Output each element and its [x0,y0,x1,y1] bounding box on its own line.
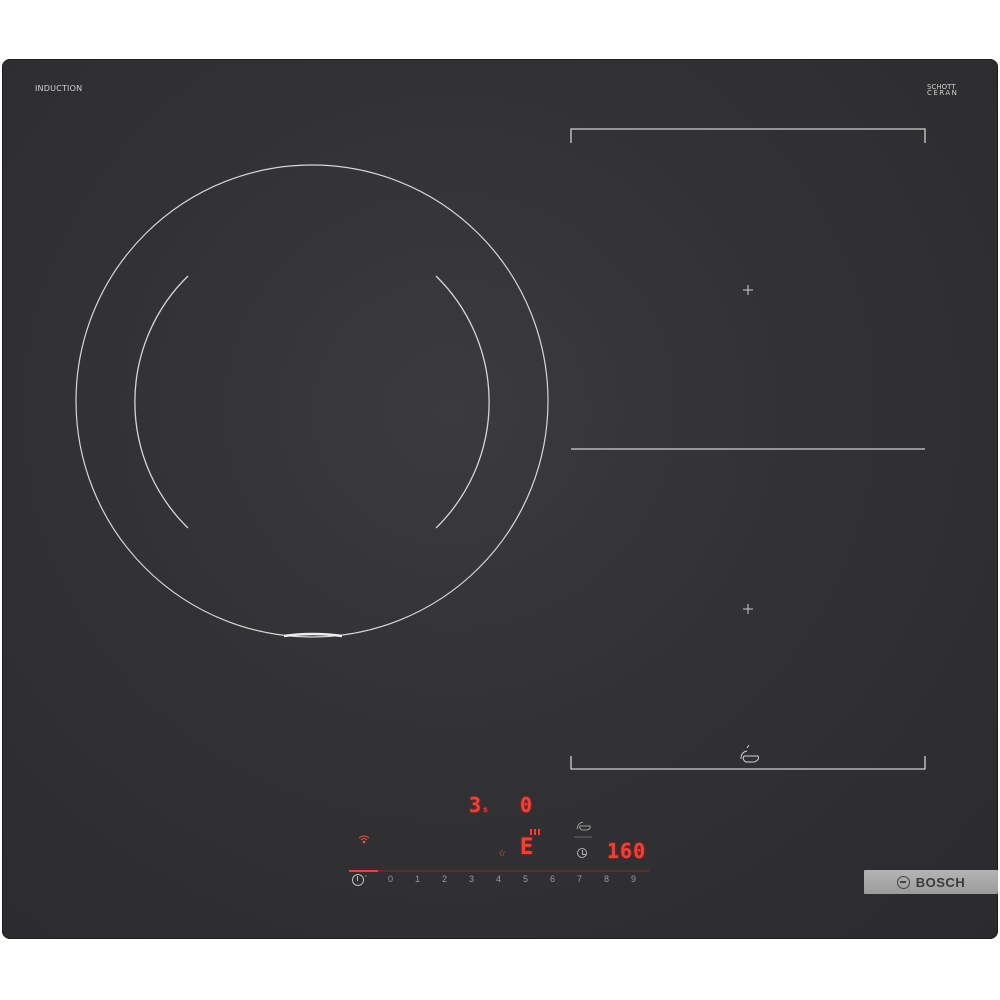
power-level-9[interactable]: 9 [631,874,636,884]
power-level-6[interactable]: 6 [550,874,555,884]
temperature-display: 160 [607,839,647,863]
timer-icon[interactable] [577,848,587,858]
pan-icon [576,821,591,831]
flex-zone-upper-center-mark [743,285,753,295]
error-code-display: E [520,835,534,860]
power-icon[interactable] [352,874,364,886]
star-icon[interactable]: ☆ [498,849,506,859]
round-zone-highlight [283,632,343,638]
power-level-0[interactable]: 0 [388,874,393,884]
power-level-3[interactable]: 3 [469,874,474,884]
power-level-7[interactable]: 7 [577,874,582,884]
round-zone-inner-arc-left [134,275,189,529]
induction-label: INDUCTION [35,84,83,93]
cooktop-markings [75,128,926,877]
ceran-text: CERAN [927,89,959,97]
schott-ceran-logo: SCHOTT CERAN [927,84,959,97]
round-zone-outer-ring [75,164,549,638]
timer-display-suffix: s [483,805,488,814]
power-level-5[interactable]: 5 [523,874,528,884]
power-level-4[interactable]: 4 [496,874,501,884]
wifi-icon [358,835,370,844]
bosch-logo-icon [896,875,910,889]
zone-level-display: 0 [520,793,533,817]
power-level-8[interactable]: 8 [604,874,609,884]
cooktop-surface: INDUCTION SCHOTT CERAN 3 s 0 E 160 ☆ 0 1 2… [2,59,998,939]
timer-display: 3 [469,793,482,817]
flex-zone-lower-center-mark [743,604,753,614]
brand-name: BOSCH [915,874,966,890]
power-level-2[interactable]: 2 [442,874,447,884]
round-zone-inner-arc-right [435,275,490,529]
brand-badge: BOSCH [864,870,998,894]
power-level-1[interactable]: 1 [415,874,420,884]
pan-sensor-icon [740,744,759,763]
flex-zone-top-bracket [570,128,926,143]
